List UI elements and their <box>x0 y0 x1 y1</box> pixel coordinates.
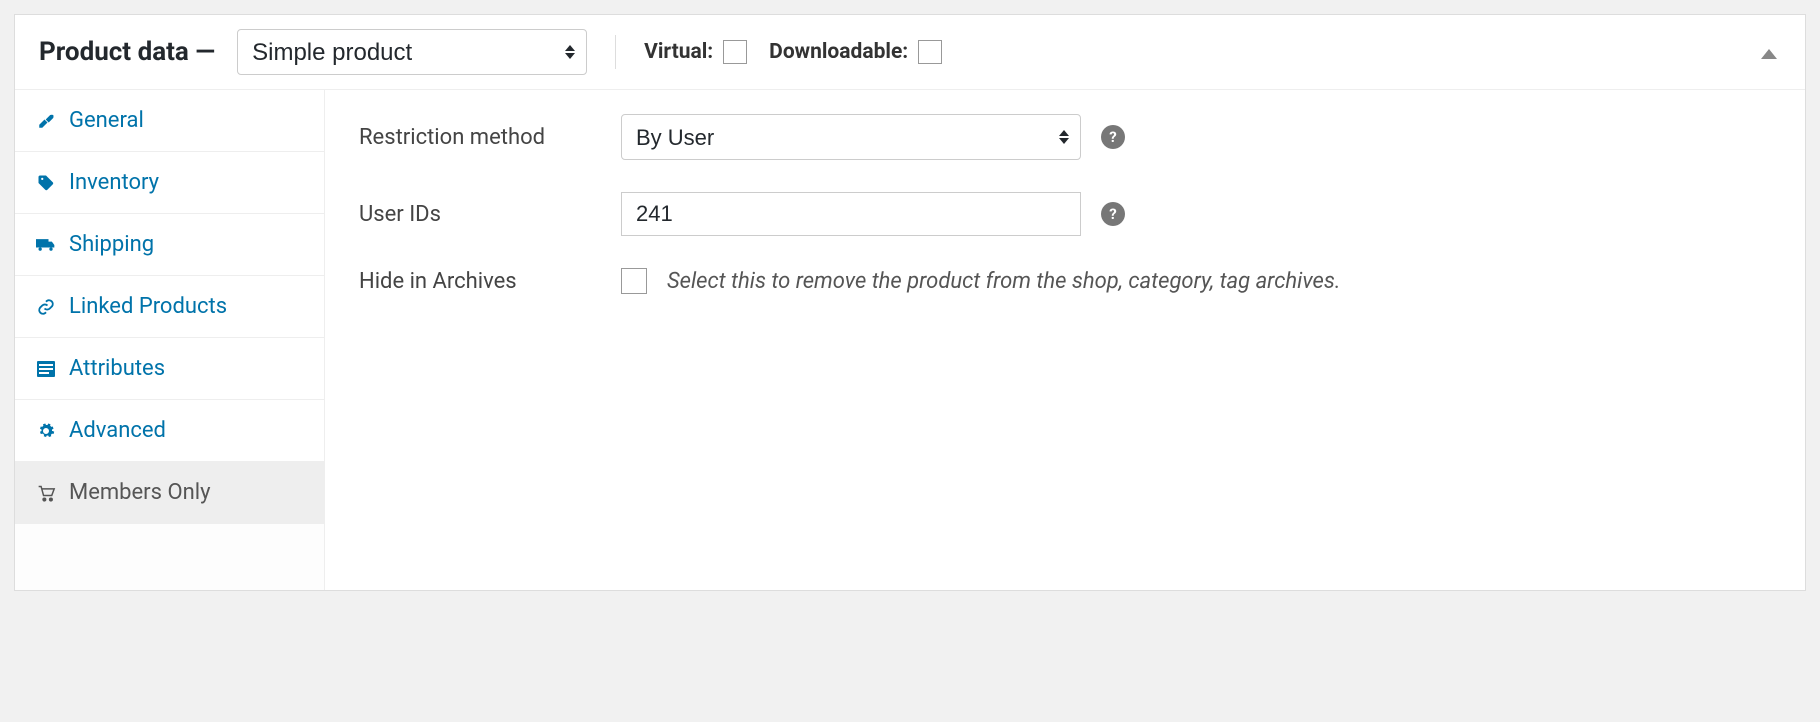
truck-icon <box>35 237 57 253</box>
tab-general[interactable]: General <box>15 90 324 152</box>
help-icon[interactable]: ? <box>1101 125 1125 149</box>
row-hide-in-archives: Hide in Archives Select this to remove t… <box>359 268 1771 294</box>
hide-in-archives-checkbox[interactable] <box>621 268 647 294</box>
restriction-method-select-wrap: By User <box>621 114 1081 160</box>
help-icon[interactable]: ? <box>1101 202 1125 226</box>
hide-in-archives-hint: Select this to remove the product from t… <box>667 269 1340 294</box>
tab-label: Shipping <box>69 232 154 257</box>
product-type-select[interactable]: Simple product <box>237 29 587 75</box>
tab-advanced[interactable]: Advanced <box>15 400 324 462</box>
downloadable-label: Downloadable: <box>769 40 908 64</box>
tab-shipping[interactable]: Shipping <box>15 214 324 276</box>
virtual-checkbox[interactable] <box>723 40 747 64</box>
tab-label: Inventory <box>69 170 159 195</box>
tab-members[interactable]: Members Only <box>15 462 324 524</box>
tab-label: General <box>69 108 144 133</box>
virtual-group: Virtual: <box>644 40 747 64</box>
virtual-label: Virtual: <box>644 40 713 64</box>
tab-label: Attributes <box>69 356 165 381</box>
tab-linked[interactable]: Linked Products <box>15 276 324 338</box>
panel-body: General Inventory Shipping Linked Products A… <box>15 90 1805 590</box>
divider <box>615 35 616 69</box>
user-ids-input[interactable] <box>621 192 1081 236</box>
tab-attributes[interactable]: Attributes <box>15 338 324 400</box>
collapse-toggle[interactable] <box>1761 40 1781 65</box>
row-user-ids: User IDs ? <box>359 192 1771 236</box>
gear-icon <box>35 422 57 440</box>
label-user-ids: User IDs <box>359 202 609 227</box>
label-restriction-method: Restriction method <box>359 125 609 150</box>
downloadable-checkbox[interactable] <box>918 40 942 64</box>
product-type-select-wrap: Simple product <box>237 29 587 75</box>
tab-inventory[interactable]: Inventory <box>15 152 324 214</box>
cart-icon <box>35 484 57 502</box>
label-hide-in-archives: Hide in Archives <box>359 269 609 294</box>
tab-label: Advanced <box>69 418 166 443</box>
tab-content-members-only: Restriction method By User ? Us <box>325 90 1805 590</box>
link-icon <box>35 298 57 316</box>
row-restriction-method: Restriction method By User ? <box>359 114 1771 160</box>
tabs: General Inventory Shipping Linked Products A… <box>15 90 325 590</box>
product-data-panel: Product data — Simple product Virtual: D… <box>14 14 1806 591</box>
tab-label: Members Only <box>69 480 211 505</box>
restriction-method-select[interactable]: By User <box>621 114 1081 160</box>
downloadable-group: Downloadable: <box>769 40 942 64</box>
panel-header: Product data — Simple product Virtual: D… <box>15 15 1805 90</box>
tag-icon <box>35 174 57 192</box>
list-icon <box>35 361 57 377</box>
wrench-icon <box>35 112 57 130</box>
panel-title: Product data — <box>39 37 215 67</box>
tab-label: Linked Products <box>69 294 227 319</box>
